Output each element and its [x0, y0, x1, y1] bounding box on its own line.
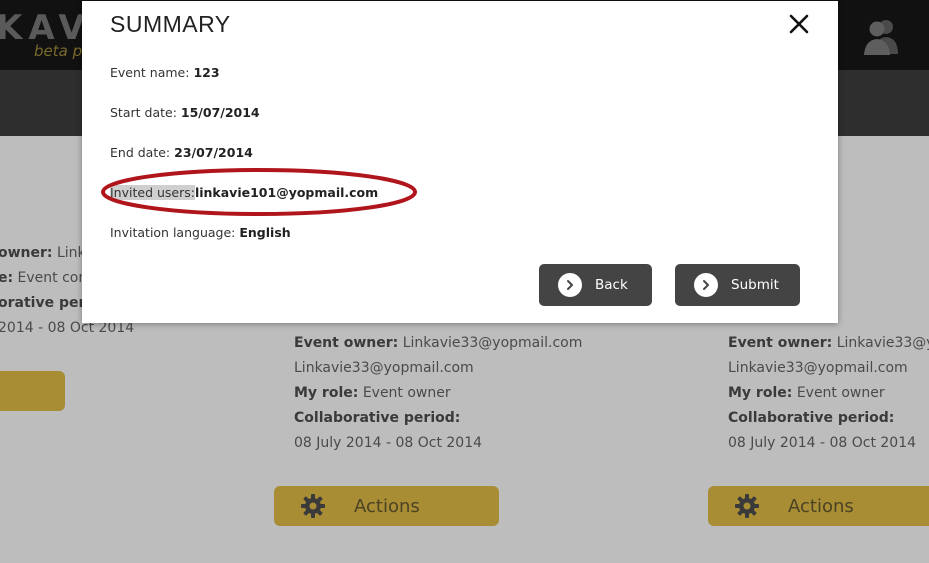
card-0-period-label: orative peri: [0, 295, 91, 311]
submit-label: Submit: [731, 277, 779, 293]
back-button[interactable]: Back: [539, 264, 652, 306]
card-2-actions-button[interactable]: Actions: [708, 486, 929, 526]
card-0-owner: owner: Link: [0, 245, 86, 261]
card-1-owner-line2: Linkavie33@yopmail.com: [294, 360, 474, 376]
row-invitation-language: Invitation language: English: [110, 225, 291, 240]
row-start-date: Start date: 15/07/2014: [110, 105, 260, 120]
event-name-label: Event name:: [110, 65, 190, 80]
card-1-actions-label: Actions: [354, 495, 420, 517]
card-1-owner: Event owner: Linkavie33@yopmail.com: [294, 335, 583, 351]
chevron-right-icon: [558, 273, 582, 297]
users-icon[interactable]: [862, 16, 902, 56]
chevron-right-icon: [694, 273, 718, 297]
summary-modal: SUMMARY Event name: 123 Start date: 15/0…: [82, 1, 838, 323]
card-2-actions-label: Actions: [788, 495, 854, 517]
event-name-value: 123: [193, 65, 220, 80]
invited-users-value: linkavie101@yopmail.com: [194, 185, 379, 200]
card-1-role: My role: Event owner: [294, 385, 451, 401]
card-2-owner-line2: Linkavie33@yopmail.com: [728, 360, 908, 376]
row-invited-users: Invited users:linkavie101@yopmail.com: [110, 185, 378, 200]
modal-title: SUMMARY: [110, 11, 231, 37]
card-2-owner: Event owner: Linkavie33@y: [728, 335, 929, 351]
invited-users-label: Invited users:: [110, 185, 195, 200]
card-1-actions-button[interactable]: Actions: [274, 486, 499, 526]
gear-icon: [301, 494, 325, 518]
card-0-actions-button[interactable]: [0, 371, 65, 411]
row-event-name: Event name: 123: [110, 65, 220, 80]
invitation-language-label: Invitation language:: [110, 225, 236, 240]
card-2-period-label: Collaborative period:: [728, 410, 895, 426]
start-date-value: 15/07/2014: [180, 105, 260, 120]
row-end-date: End date: 23/07/2014: [110, 145, 253, 160]
card-2-role: My role: Event owner: [728, 385, 885, 401]
card-0-role: e: Event con: [0, 270, 88, 286]
card-2-period: 08 July 2014 - 08 Oct 2014: [728, 435, 917, 451]
end-date-value: 23/07/2014: [174, 145, 253, 160]
card-1-period-label: Collaborative period:: [294, 410, 461, 426]
card-1-period: 08 July 2014 - 08 Oct 2014: [294, 435, 483, 451]
close-icon[interactable]: [788, 13, 810, 35]
start-date-label: Start date:: [110, 105, 177, 120]
invitation-language-value: English: [239, 225, 291, 240]
submit-button[interactable]: Submit: [675, 264, 800, 306]
logo-subtitle: beta pr: [34, 42, 89, 60]
back-label: Back: [595, 277, 628, 293]
end-date-label: End date:: [110, 145, 171, 160]
gear-icon: [735, 494, 759, 518]
